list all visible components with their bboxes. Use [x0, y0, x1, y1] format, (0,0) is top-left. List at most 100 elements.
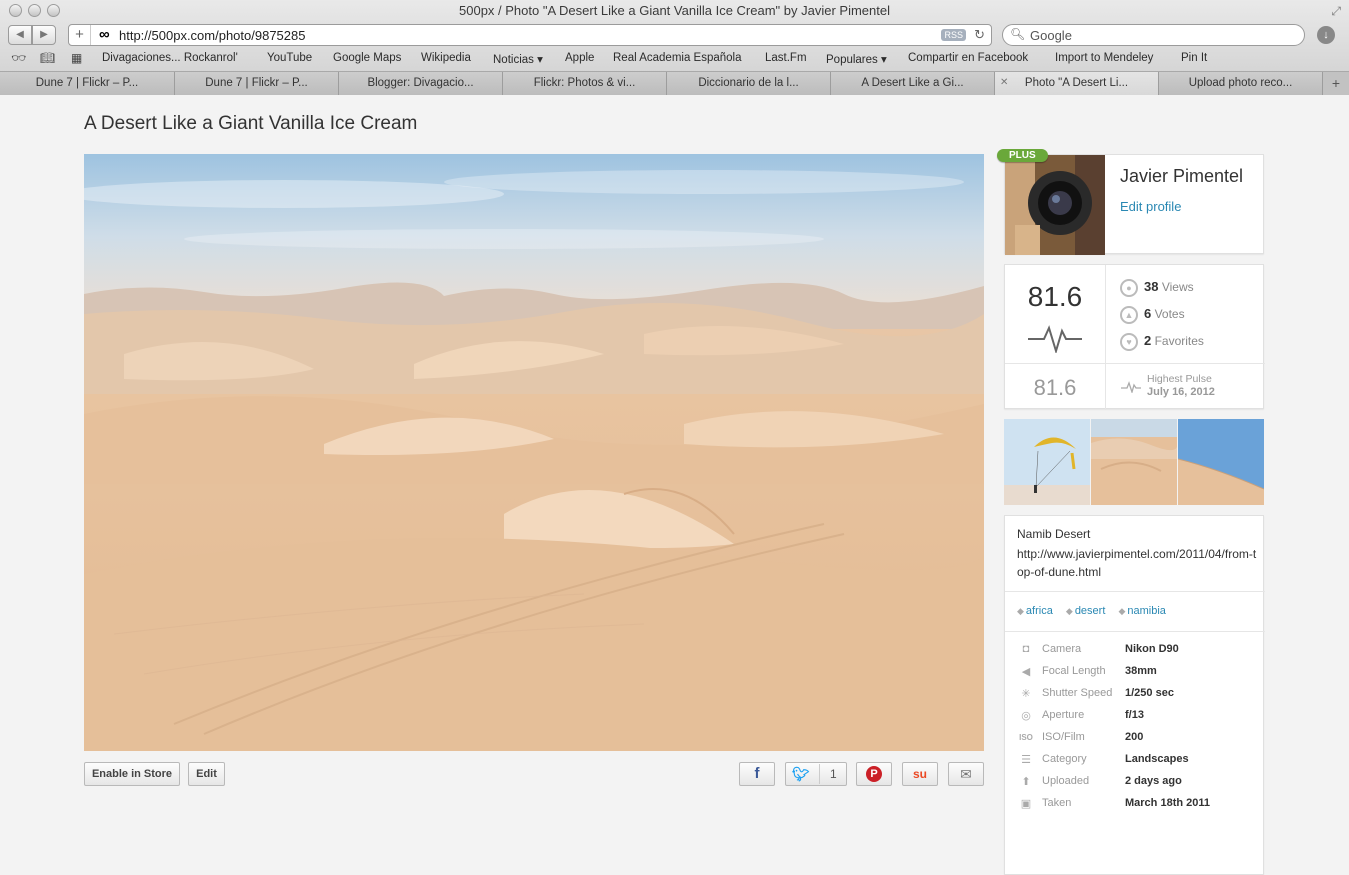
search-input[interactable]: 🔍︎ Google: [1002, 24, 1305, 46]
divider: [1005, 363, 1265, 364]
exif-label: Aperture: [1042, 709, 1085, 721]
search-icon: 🔍︎: [1010, 27, 1026, 41]
tag-list: ◆ africa ◆ desert ◆ namibia: [1017, 605, 1176, 617]
downloads-icon[interactable]: ↓: [1317, 26, 1335, 44]
bookmark-item[interactable]: Pin It: [1181, 52, 1207, 64]
email-share-button[interactable]: ✉: [948, 762, 984, 786]
aperture-icon: ◎: [1021, 710, 1031, 722]
browser-tab[interactable]: Blogger: Divagacio...: [339, 72, 503, 95]
eye-icon: ●: [1120, 279, 1138, 297]
divider: [819, 764, 820, 784]
new-tab-button[interactable]: +: [1323, 72, 1349, 95]
exif-value[interactable]: Landscapes: [1125, 753, 1189, 765]
exif-label: ISO/Film: [1042, 731, 1085, 743]
browser-tab[interactable]: A Desert Like a Gi...: [831, 72, 995, 95]
email-icon: ✉: [960, 766, 972, 782]
browser-tab[interactable]: Flickr: Photos & vi...: [503, 72, 667, 95]
site-favicon-icon: ∞: [99, 26, 110, 43]
browser-chrome: 500px / Photo "A Desert Like a Giant Van…: [0, 0, 1349, 95]
author-card: PLUS Javier Pimentel Edit profile: [997, 149, 1264, 255]
stumbleupon-icon: su: [912, 767, 927, 781]
exif-label: Shutter Speed: [1042, 687, 1113, 699]
thumbs-up-icon: ▲: [1120, 306, 1138, 324]
bookmark-item[interactable]: Real Academia Española: [613, 52, 742, 64]
reading-list-icon[interactable]: 👓︎: [11, 51, 26, 65]
tag-label: africa: [1025, 605, 1053, 617]
tag-africa[interactable]: ◆ africa: [1017, 605, 1053, 617]
add-bookmark-icon[interactable]: +: [69, 25, 91, 45]
browser-tab[interactable]: Diccionario de la l...: [667, 72, 831, 95]
pinterest-share-button[interactable]: P: [856, 762, 892, 786]
bookmark-item[interactable]: Compartir en Facebook: [908, 52, 1028, 64]
paraglider-thumbnail: [1004, 419, 1090, 505]
description-card: Namib Desert http://www.javierpimentel.c…: [1004, 515, 1265, 875]
views-label: Views: [1161, 280, 1194, 295]
bookmarks-book-icon[interactable]: 📖︎: [40, 51, 55, 65]
avatar[interactable]: [1005, 155, 1105, 255]
bookmark-item[interactable]: YouTube: [267, 52, 312, 64]
author-name[interactable]: Javier Pimentel: [1120, 166, 1243, 187]
browser-tab[interactable]: Dune 7 | Flickr – P...: [175, 72, 339, 95]
related-photo-thumb[interactable]: [1004, 419, 1090, 505]
highest-pulse-date: July 16, 2012: [1147, 386, 1215, 398]
tab-label: Upload photo reco...: [1188, 77, 1293, 89]
forward-button[interactable]: ▶: [32, 25, 56, 45]
tag-label: desert: [1074, 605, 1106, 617]
dune-sky-thumbnail: [1178, 419, 1264, 505]
tab-label: Dune 7 | Flickr – P...: [205, 77, 308, 89]
desert-thumbnail: [1091, 419, 1177, 505]
stats-card: 81.6 ● 38 Views ▲ 6 Votes ♥ 2 Favorites 81.…: [1004, 264, 1265, 410]
bookmark-item[interactable]: Divagaciones... Rockanrol': [102, 52, 238, 64]
title-bar: 500px / Photo "A Desert Like a Giant Van…: [0, 0, 1349, 22]
search-placeholder: Google: [1030, 28, 1072, 43]
browser-tab[interactable]: Dune 7 | Flickr – P...: [0, 72, 175, 95]
bookmark-item[interactable]: Google Maps: [333, 52, 401, 64]
tag-icon: ◆: [1065, 606, 1073, 616]
favorites-label: Favorites: [1154, 334, 1204, 349]
edit-button[interactable]: Edit: [188, 762, 225, 786]
edit-profile-link[interactable]: Edit profile: [1120, 199, 1181, 214]
bookmark-folder[interactable]: Noticias ▾: [493, 52, 543, 66]
browser-tab[interactable]: Upload photo reco...: [1159, 72, 1323, 95]
bookmark-item[interactable]: Last.Fm: [765, 52, 807, 64]
divider: [1005, 591, 1265, 592]
stumbleupon-share-button[interactable]: su: [902, 762, 938, 786]
related-photo-thumb[interactable]: [1091, 419, 1177, 505]
window-title: 500px / Photo "A Desert Like a Giant Van…: [459, 3, 890, 18]
back-button[interactable]: ◀: [8, 25, 32, 45]
pinterest-icon: P: [866, 766, 882, 782]
bookmark-item[interactable]: Import to Mendeley: [1055, 52, 1153, 64]
divider: [1105, 265, 1106, 410]
tag-label: namibia: [1127, 605, 1166, 617]
browser-tab-active[interactable]: ✕ Photo "A Desert Li...: [995, 72, 1159, 95]
votes-stat: ▲ 6 Votes: [1120, 306, 1185, 324]
bookmark-item[interactable]: Apple: [565, 52, 594, 64]
tab-label: Diccionario de la l...: [698, 77, 799, 89]
category-icon: ☰: [1021, 754, 1031, 766]
uploaded-icon: ⬆: [1021, 776, 1031, 788]
facebook-share-button[interactable]: f: [739, 762, 775, 786]
main-photo[interactable]: [84, 154, 984, 751]
reload-icon[interactable]: ↻: [974, 27, 985, 43]
related-photos: [1004, 419, 1264, 505]
enable-in-store-button[interactable]: Enable in Store: [84, 762, 180, 786]
bookmark-folder[interactable]: Populares ▾: [826, 52, 887, 66]
exif-label: Category: [1042, 753, 1087, 765]
bookmark-item[interactable]: Wikipedia: [421, 52, 471, 64]
description-link[interactable]: http://www.javierpimentel.com/2011/04/fr…: [1017, 545, 1257, 581]
close-tab-icon[interactable]: ✕: [1000, 72, 1008, 94]
exif-label: Focal Length: [1042, 665, 1106, 677]
related-photo-thumb[interactable]: [1178, 419, 1264, 505]
top-sites-grid-icon[interactable]: ▦: [71, 51, 82, 65]
rss-button[interactable]: RSS: [941, 29, 966, 41]
address-bar[interactable]: + ∞ http://500px.com/photo/9875285 RSS ↻: [68, 24, 992, 46]
tag-desert[interactable]: ◆ desert: [1066, 605, 1106, 617]
tab-label: Flickr: Photos & vi...: [533, 77, 636, 89]
twitter-share-button[interactable]: 🐦︎ 1: [785, 762, 847, 786]
url-text[interactable]: http://500px.com/photo/9875285: [119, 28, 305, 43]
tab-label: A Desert Like a Gi...: [861, 77, 964, 89]
views-count: 38: [1144, 279, 1159, 295]
exif-value: March 18th 2011: [1125, 797, 1210, 809]
tag-namibia[interactable]: ◆ namibia: [1118, 605, 1165, 617]
fullscreen-icon[interactable]: ⤢: [1331, 4, 1341, 19]
